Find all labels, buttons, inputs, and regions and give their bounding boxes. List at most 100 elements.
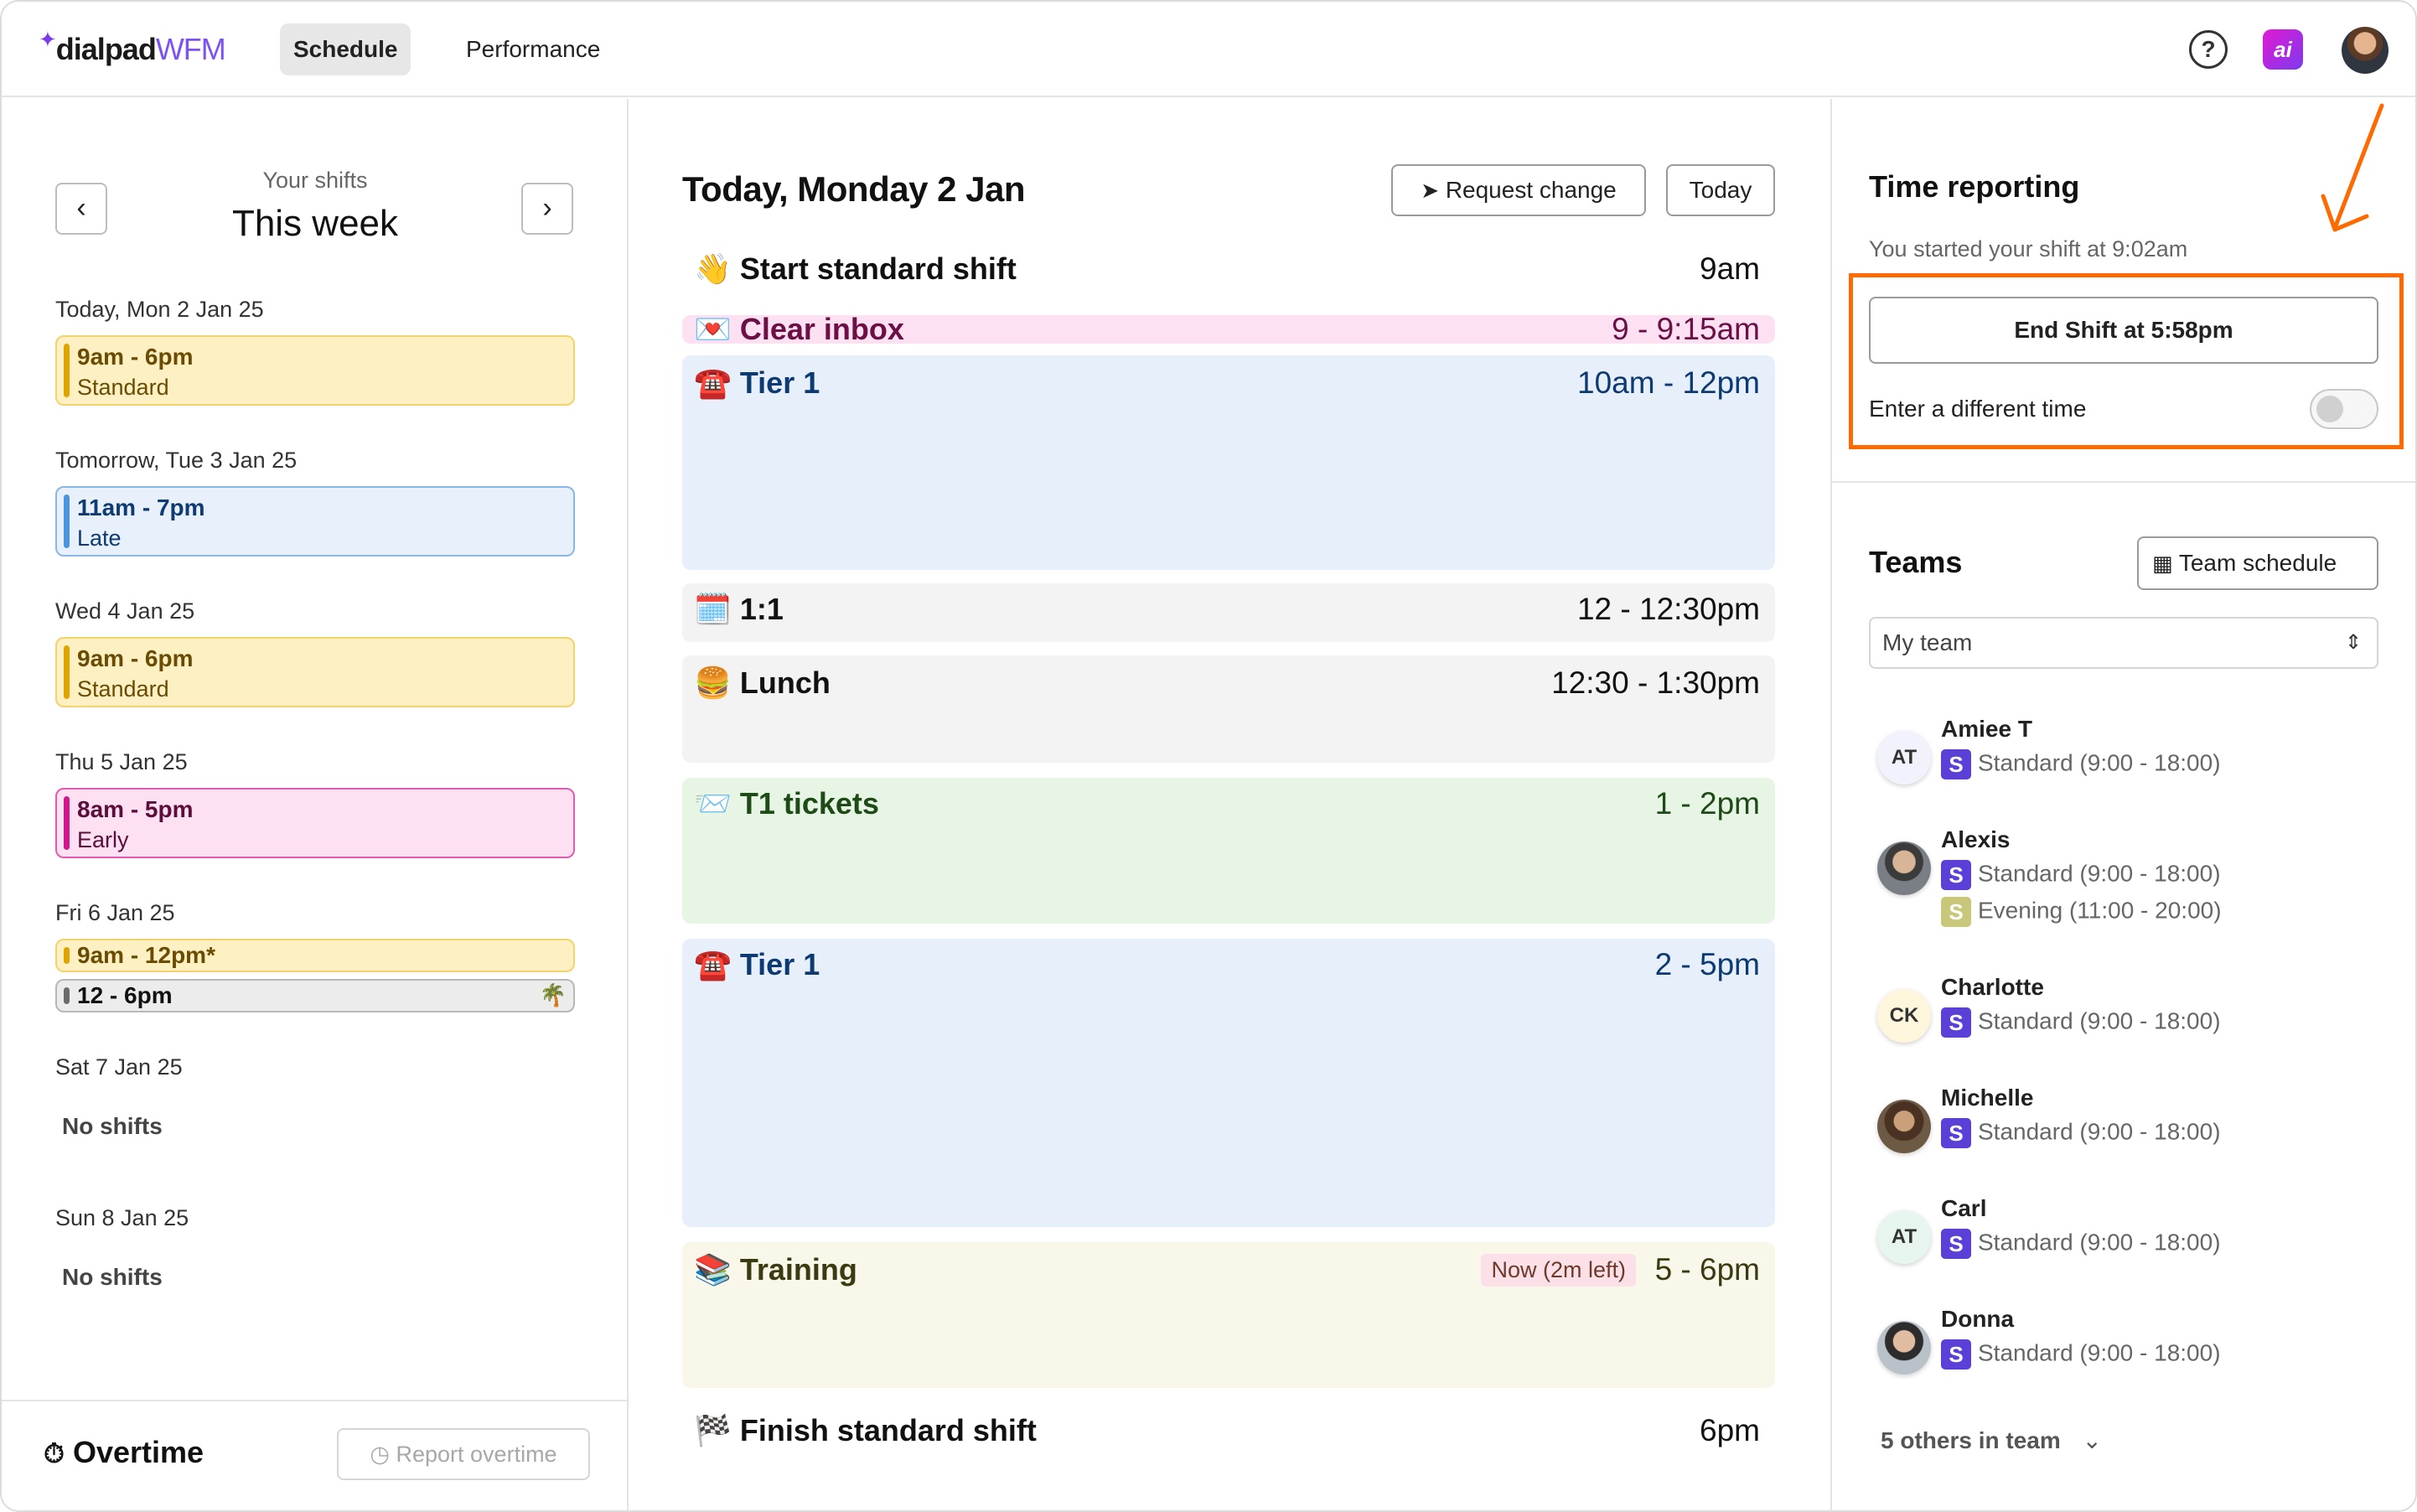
request-change-button[interactable]: ➤ Request change <box>1391 164 1646 216</box>
schedule-event[interactable]: 📚 Training Now (2m left) 5 - 6pm <box>682 1242 1775 1388</box>
end-shift-button[interactable]: End Shift at 5:58pm <box>1869 297 2378 364</box>
sparkle-icon: ✦ <box>39 27 57 52</box>
member-shift: S Standard (9:00 - 18:00) <box>1941 1118 2221 1148</box>
week-panel: ‹ › Your shifts This week Today, Mon 2 J… <box>2 99 629 1510</box>
shift-badge: S <box>1941 749 1971 779</box>
send-icon: ➤ <box>1421 178 1440 203</box>
shift-time: 12 - 6pm <box>77 982 173 1008</box>
shift-time: 9am - 6pm <box>77 344 194 370</box>
tab-schedule[interactable]: Schedule <box>280 23 411 75</box>
schedule-event[interactable]: 📨 T1 tickets 1 - 2pm <box>682 778 1775 924</box>
checkered-flag-icon: 🏁 <box>694 1413 732 1447</box>
member-name: Amiee T <box>1941 716 2032 742</box>
shift-card[interactable]: 12 - 6pm 🌴 <box>55 979 575 1012</box>
member-avatar <box>1877 1100 1931 1153</box>
today-button[interactable]: Today <box>1666 164 1775 216</box>
member-shift: S Standard (9:00 - 18:00) <box>1941 1007 2221 1038</box>
event-name: 🗓️ 1:1 <box>694 592 784 626</box>
shift-card[interactable]: 11am - 7pm Late <box>55 486 575 557</box>
tab-performance[interactable]: Performance <box>453 23 613 75</box>
event-time: 2 - 5pm <box>1654 947 1760 981</box>
help-icon[interactable]: ? <box>2189 30 2228 69</box>
event-name: 📚 Training <box>694 1252 857 1287</box>
day-label: Sat 7 Jan 25 <box>55 1054 183 1080</box>
event-time: 1 - 2pm <box>1654 786 1760 821</box>
app-window: ✦dialpadWFM Schedule Performance ? ai ‹ … <box>0 0 2417 1512</box>
member-shift: S Standard (9:00 - 18:00) <box>1941 860 2221 890</box>
week-title: This week <box>231 203 399 244</box>
schedule-event[interactable]: ☎️ Tier 1 2 - 5pm <box>682 939 1775 1227</box>
books-icon: 📚 <box>694 1252 732 1287</box>
day-label: Thu 5 Jan 25 <box>55 749 188 774</box>
member-shift: S Standard (9:00 - 18:00) <box>1941 1339 2221 1370</box>
user-avatar[interactable] <box>2342 27 2389 74</box>
schedule-event[interactable]: 👋 Start standard shift 9am <box>682 245 1775 292</box>
event-time: 12 - 12:30pm <box>1576 592 1760 626</box>
day-title: Today, Monday 2 Jan <box>682 169 1026 209</box>
member-name: Carl <box>1941 1195 1987 1221</box>
team-schedule-button[interactable]: ▦ Team schedule <box>2137 536 2378 590</box>
event-time: 10am - 12pm <box>1577 365 1760 400</box>
shift-time: 11am - 7pm <box>77 495 205 520</box>
event-name: 📨 T1 tickets <box>694 786 879 821</box>
shift-card[interactable]: 9am - 12pm* <box>55 939 575 972</box>
different-time-label: Enter a different time <box>1869 396 2087 422</box>
report-overtime-button[interactable]: ◷ Report overtime <box>337 1428 590 1480</box>
event-time: 5 - 6pm <box>1654 1252 1760 1287</box>
shift-card[interactable]: 8am - 5pm Early <box>55 788 575 858</box>
week-subtitle: Your shifts <box>262 168 368 193</box>
schedule-event[interactable]: 💌 Clear inbox 9 - 9:15am <box>682 312 1775 346</box>
love-letter-icon: 💌 <box>694 312 732 346</box>
overtime-title: ⏱ Overtime <box>44 1435 204 1470</box>
member-shift: S Standard (9:00 - 18:00) <box>1941 749 2221 779</box>
logo-product: WFM <box>155 32 226 66</box>
event-name: 🍔 Lunch <box>694 665 831 700</box>
envelope-icon: 📨 <box>694 786 732 821</box>
time-reporting-title: Time reporting <box>1869 169 2080 204</box>
member-avatar: CK <box>1877 989 1931 1043</box>
others-in-team-link[interactable]: 5 others in team ⌄ <box>1881 1427 2102 1454</box>
team-select-value: My team <box>1882 629 1973 655</box>
day-panel: Today, Monday 2 Jan ➤ Request change Tod… <box>630 99 1829 1510</box>
member-name: Alexis <box>1941 826 2011 852</box>
shift-badge: S <box>1941 1118 1971 1148</box>
shift-type: Late <box>77 526 122 551</box>
day-label: Today, Mon 2 Jan 25 <box>55 297 264 322</box>
day-label: Sun 8 Jan 25 <box>55 1205 189 1230</box>
shift-card[interactable]: 9am - 6pm Standard <box>55 637 575 707</box>
schedule-event[interactable]: 🍔 Lunch 12:30 - 1:30pm <box>682 655 1775 763</box>
event-time: 6pm <box>1700 1413 1760 1447</box>
schedule-event[interactable]: 🗓️ 1:1 12 - 12:30pm <box>682 583 1775 642</box>
shift-type: Standard <box>77 375 169 400</box>
shift-card[interactable]: 9am - 6pm Standard <box>55 335 575 406</box>
event-name: ☎️ Tier 1 <box>694 365 820 400</box>
event-time: 9am <box>1700 251 1760 286</box>
palm-tree-icon: 🌴 <box>539 982 567 1007</box>
schedule-event[interactable]: 🏁 Finish standard shift 6pm <box>682 1406 1775 1453</box>
different-time-toggle[interactable] <box>2310 389 2378 429</box>
overtime-label: Overtime <box>72 1435 204 1469</box>
shift-badge: S <box>1941 897 1971 927</box>
team-select[interactable]: My team ⇕ <box>1869 617 2378 669</box>
shift-time: 9am - 12pm* <box>77 942 215 968</box>
shift-type: Early <box>77 827 129 852</box>
ai-assistant-icon[interactable]: ai <box>2263 29 2303 70</box>
member-avatar <box>1877 1321 1931 1375</box>
teams-title: Teams <box>1869 545 1963 579</box>
day-label: Wed 4 Jan 25 <box>55 598 195 624</box>
member-avatar: AT <box>1877 731 1931 784</box>
logo-brand: dialpad <box>55 32 157 66</box>
divider <box>1832 481 2415 483</box>
burger-icon: 🍔 <box>694 665 732 700</box>
member-shift: S Evening (11:00 - 20:00) <box>1941 897 2222 927</box>
event-time: 12:30 - 1:30pm <box>1551 665 1760 700</box>
chevron-updown-icon: ⇕ <box>2344 631 2362 654</box>
now-badge: Now (2m left) <box>1481 1254 1636 1287</box>
member-shift: S Standard (9:00 - 18:00) <box>1941 1229 2221 1259</box>
schedule-event[interactable]: ☎️ Tier 1 10am - 12pm <box>682 355 1775 570</box>
event-time: 9 - 9:15am <box>1612 312 1760 346</box>
calendar-icon: ▦ <box>2152 551 2173 576</box>
logo[interactable]: ✦dialpadWFM <box>39 27 226 67</box>
no-shifts-text: No shifts <box>62 1264 163 1290</box>
shift-badge: S <box>1941 860 1971 890</box>
